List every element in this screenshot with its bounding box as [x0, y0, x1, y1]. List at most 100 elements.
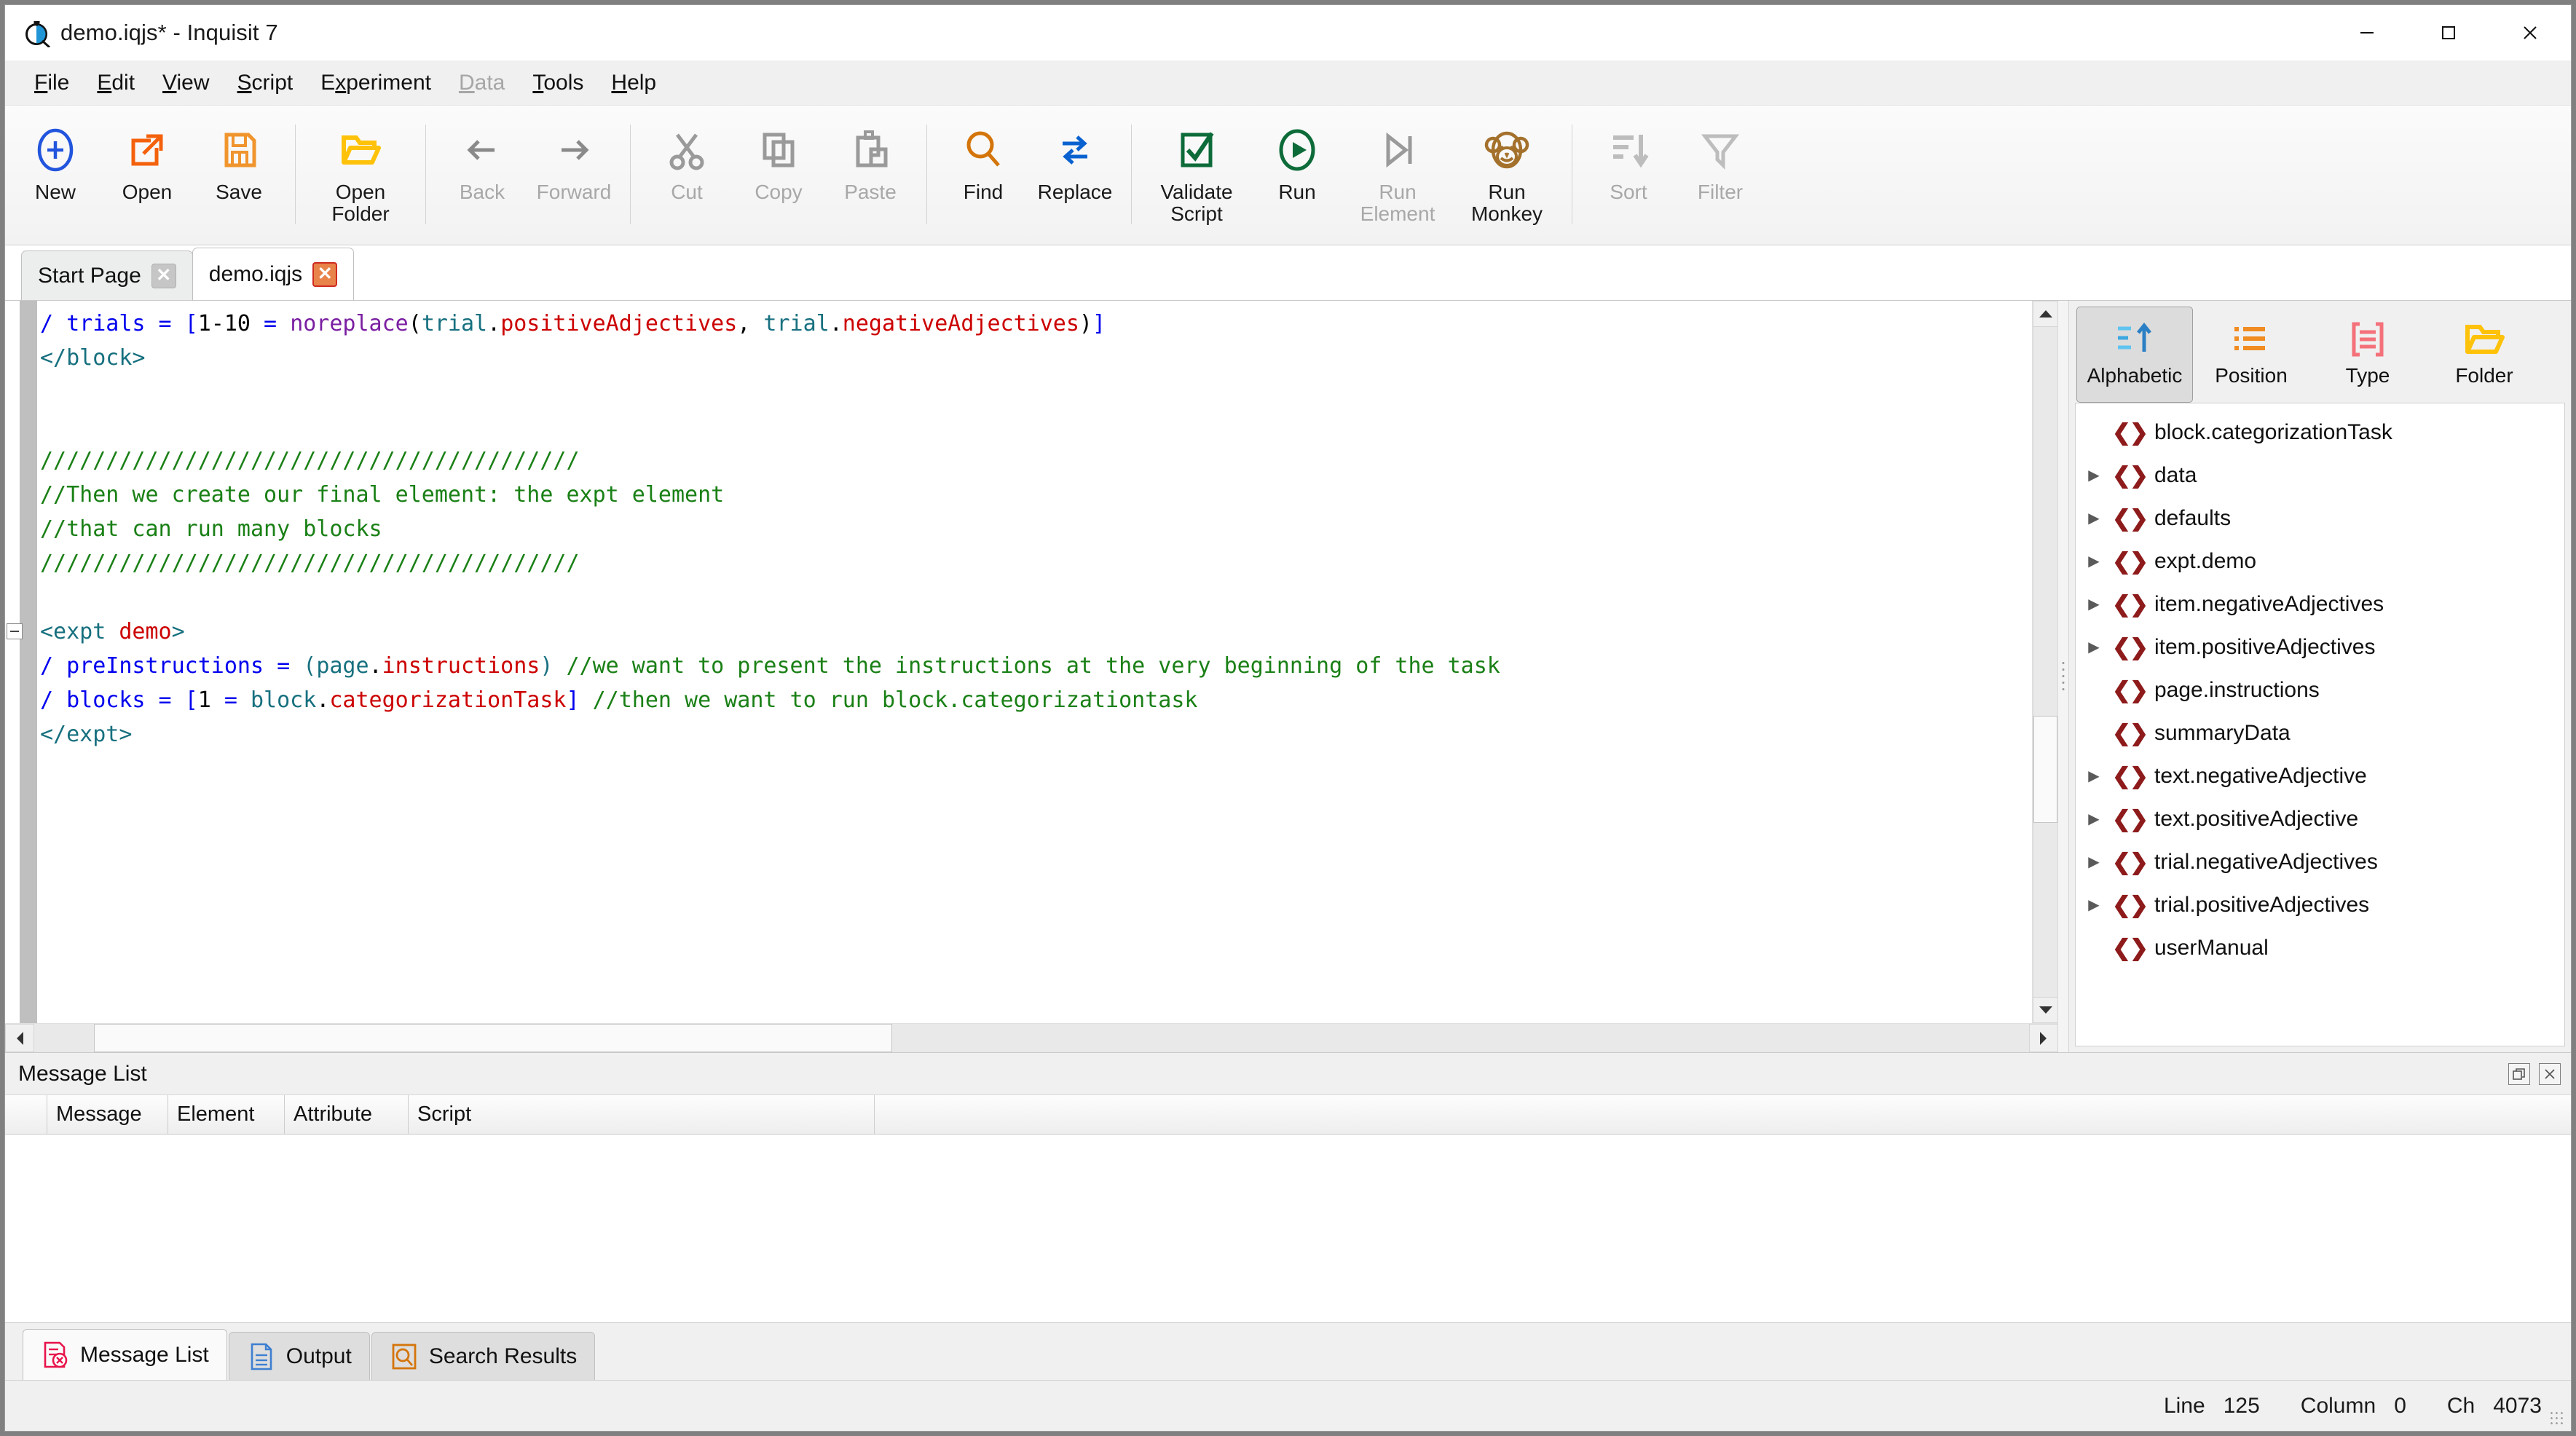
message-column-header[interactable] [5, 1095, 47, 1134]
menu-item-view[interactable]: View [149, 66, 222, 100]
toolbar-group: Validate Script Run Run Element Run Monkey [1142, 111, 1561, 245]
editor-hscroll-thumb[interactable] [94, 1024, 892, 1052]
title-bar-left: demo.iqjs* - Inquisit 7 [5, 18, 278, 47]
menu-item-script[interactable]: Script [224, 66, 307, 100]
close-button[interactable] [2489, 5, 2571, 60]
toolbar-button-validate-script[interactable]: Validate Script [1142, 111, 1251, 225]
menu-item-label: Script [237, 70, 294, 95]
code-line: ////////////////////////////////////////… [40, 546, 2032, 580]
code-fold-toggle[interactable] [7, 623, 23, 639]
editor-hscroll-track[interactable] [34, 1024, 2029, 1052]
status-column-value: 0 [2394, 1393, 2406, 1418]
scroll-down-arrow-icon[interactable] [2033, 997, 2058, 1023]
element-tree-item[interactable]: ▶ ❮❯ trial.positiveAdjectives [2076, 883, 2564, 926]
element-tree-item[interactable]: ▶ ❮❯ text.negativeAdjective [2076, 754, 2564, 797]
message-list-column-headers: Message Element Attribute Script [5, 1095, 2571, 1135]
chevron-right-icon[interactable]: ▶ [2083, 595, 2105, 613]
floppy-disk-icon [215, 123, 263, 177]
chevron-right-icon[interactable]: ▶ [2083, 810, 2105, 828]
close-icon[interactable]: ✕ [151, 263, 176, 288]
message-column-header[interactable]: Message [47, 1095, 168, 1134]
editor-tab-strip: Start Page ✕ demo.iqjs ✕ [5, 245, 2571, 301]
element-tree-item-label: trial.positiveAdjectives [2154, 892, 2370, 917]
toolbar-button-open[interactable]: Open [101, 111, 193, 203]
toolbar-button-replace[interactable]: Replace [1029, 111, 1121, 203]
menu-item-label: View [162, 70, 210, 95]
toolbar-button-label: Paste [844, 181, 897, 203]
editor-vscroll-track[interactable] [2033, 327, 2058, 997]
element-tree-item[interactable]: ▶ ❮❯ trial.negativeAdjectives [2076, 840, 2564, 883]
message-column-header[interactable]: Element [168, 1095, 285, 1134]
menu-item-edit[interactable]: Edit [84, 66, 148, 100]
code-token: //Then we create our final element: the … [40, 482, 725, 508]
editor-panel-splitter[interactable] [2058, 301, 2068, 1052]
element-tree-item[interactable]: ▶❮❯block.categorizationTask [2076, 411, 2564, 454]
element-tree-item[interactable]: ▶❮❯summaryData [2076, 711, 2564, 754]
bottom-tab-message-list[interactable]: Message List [23, 1329, 227, 1380]
scroll-left-arrow-icon[interactable] [5, 1024, 34, 1052]
chevron-right-icon[interactable]: ▶ [2083, 509, 2105, 527]
element-tree-item[interactable]: ▶ ❮❯ data [2076, 454, 2564, 497]
menu-item-help[interactable]: Help [598, 66, 669, 100]
menu-item-tools[interactable]: Tools [519, 66, 596, 100]
editor-horizontal-scrollbar[interactable] [5, 1023, 2058, 1052]
code-line: </expt> [40, 717, 2032, 751]
fold-gutter[interactable] [5, 301, 23, 1023]
message-list-panel: Message List Message Element Attribute Scri… [5, 1052, 2571, 1323]
toolbar-button-save[interactable]: Save [193, 111, 285, 203]
element-tree-item[interactable]: ▶ ❮❯ defaults [2076, 497, 2564, 540]
scroll-right-arrow-icon[interactable] [2029, 1024, 2058, 1052]
toolbar-button-run-monkey[interactable]: Run Monkey [1452, 111, 1561, 225]
chevron-right-icon[interactable]: ▶ [2083, 638, 2105, 656]
menu-item-data[interactable]: Data [446, 66, 518, 100]
editor-vertical-scrollbar[interactable] [2032, 301, 2058, 1023]
editor-tab-demo-iqjs[interactable]: demo.iqjs ✕ [192, 248, 355, 300]
close-icon[interactable]: ✕ [312, 261, 338, 287]
menu-item-file[interactable]: File [21, 66, 82, 100]
editor-vscroll-thumb[interactable] [2033, 715, 2057, 823]
element-tree-item-label: userManual [2154, 935, 2269, 960]
message-column-header[interactable]: Script [409, 1095, 875, 1134]
element-tree-item[interactable]: ▶❮❯page.instructions [2076, 668, 2564, 711]
code-line: <expt demo> [40, 615, 2032, 649]
toolbar-button-label: Run [1278, 181, 1316, 203]
resize-grip-icon[interactable] [2549, 1411, 2565, 1427]
message-column-label: Element [177, 1102, 255, 1126]
toolbar-button-run[interactable]: Run [1251, 111, 1343, 203]
bottom-tab-output[interactable]: Output [228, 1332, 370, 1380]
chevron-right-icon[interactable]: ▶ [2083, 552, 2105, 570]
element-view-button-folder[interactable]: Folder [2426, 307, 2542, 403]
element-tree-item[interactable]: ▶ ❮❯ item.negativeAdjectives [2076, 583, 2564, 626]
chevron-right-icon[interactable]: ▶ [2083, 767, 2105, 785]
restore-panel-button[interactable] [2508, 1062, 2530, 1085]
search-results-icon [390, 1342, 419, 1371]
toolbar-button-open-folder[interactable]: Open Folder [306, 111, 415, 225]
code-text-area[interactable]: / trials = [1-10 = noreplace(trial.posit… [37, 301, 2032, 1023]
editor-tab-start-page[interactable]: Start Page ✕ [21, 250, 193, 300]
scroll-up-arrow-icon[interactable] [2033, 301, 2058, 327]
chevron-right-icon[interactable]: ▶ [2083, 896, 2105, 914]
chevron-right-icon[interactable]: ▶ [2083, 853, 2105, 871]
chevron-right-icon[interactable]: ▶ [2083, 466, 2105, 484]
element-tree-item[interactable]: ▶❮❯userManual [2076, 926, 2564, 969]
menu-item-experiment[interactable]: Experiment [307, 66, 444, 100]
minimize-button[interactable] [2326, 5, 2408, 60]
element-tree-item[interactable]: ▶ ❮❯ text.positiveAdjective [2076, 797, 2564, 840]
element-tree-item[interactable]: ▶ ❮❯ expt.demo [2076, 540, 2564, 583]
message-column-header[interactable]: Attribute [285, 1095, 409, 1134]
bottom-tab-search-results[interactable]: Search Results [371, 1332, 596, 1380]
element-view-button-alphabetic[interactable]: Alphabetic [2076, 307, 2193, 403]
code-token: <expt [40, 619, 119, 644]
element-tree[interactable]: ▶❮❯block.categorizationTask▶❮❯data▶❮❯def… [2075, 403, 2565, 1046]
close-panel-button[interactable] [2539, 1062, 2561, 1085]
maximize-button[interactable] [2408, 5, 2489, 60]
element-view-button-type[interactable]: Type [2309, 307, 2426, 403]
toolbar-button-find[interactable]: Find [937, 111, 1029, 203]
message-list-rows[interactable] [5, 1135, 2571, 1323]
toolbar-button-label: Save [216, 181, 262, 203]
element-view-button-position[interactable]: Position [2193, 307, 2309, 403]
toolbar-button-new[interactable]: New [9, 111, 101, 203]
element-tree-item[interactable]: ▶ ❮❯ item.positiveAdjectives [2076, 626, 2564, 668]
